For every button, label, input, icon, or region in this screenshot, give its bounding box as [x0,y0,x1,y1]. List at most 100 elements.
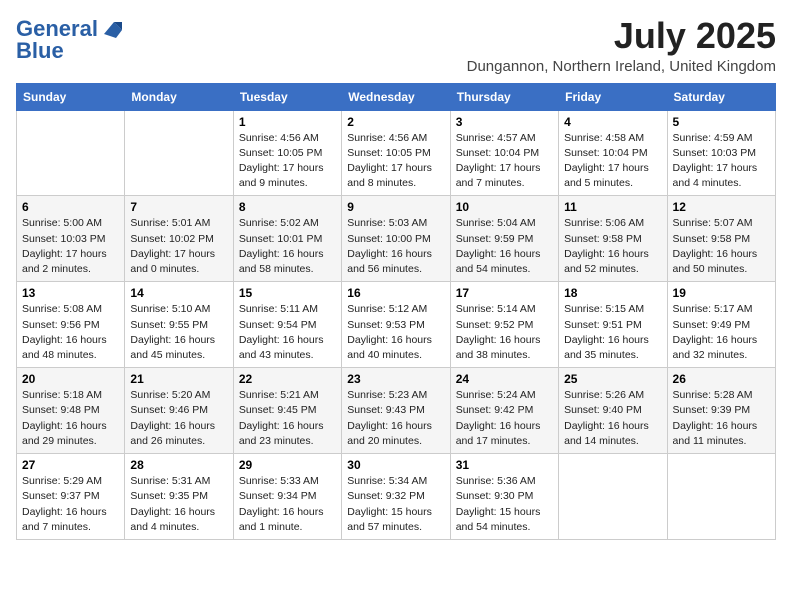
calendar-cell: 22 Sunrise: 5:21 AMSunset: 9:45 PMDaylig… [233,368,341,454]
logo-blue: Blue [16,38,64,64]
day-number: 26 [673,372,770,386]
day-number: 18 [564,286,661,300]
day-number: 2 [347,115,444,129]
calendar-cell: 26 Sunrise: 5:28 AMSunset: 9:39 PMDaylig… [667,368,775,454]
calendar-cell: 28 Sunrise: 5:31 AMSunset: 9:35 PMDaylig… [125,454,233,540]
day-number: 23 [347,372,444,386]
day-number: 1 [239,115,336,129]
calendar-cell: 11 Sunrise: 5:06 AMSunset: 9:58 PMDaylig… [559,196,667,282]
calendar-cell: 16 Sunrise: 5:12 AMSunset: 9:53 PMDaylig… [342,282,450,368]
calendar-cell: 17 Sunrise: 5:14 AMSunset: 9:52 PMDaylig… [450,282,558,368]
day-detail: Sunrise: 5:11 AMSunset: 9:54 PMDaylight:… [239,302,336,363]
calendar-cell [667,454,775,540]
calendar-cell: 10 Sunrise: 5:04 AMSunset: 9:59 PMDaylig… [450,196,558,282]
day-detail: Sunrise: 5:07 AMSunset: 9:58 PMDaylight:… [673,216,770,277]
day-number: 24 [456,372,553,386]
calendar-cell: 20 Sunrise: 5:18 AMSunset: 9:48 PMDaylig… [17,368,125,454]
calendar-week-row: 1 Sunrise: 4:56 AMSunset: 10:05 PMDaylig… [17,110,776,196]
calendar-cell: 5 Sunrise: 4:59 AMSunset: 10:03 PMDaylig… [667,110,775,196]
calendar-cell: 29 Sunrise: 5:33 AMSunset: 9:34 PMDaylig… [233,454,341,540]
calendar-cell: 18 Sunrise: 5:15 AMSunset: 9:51 PMDaylig… [559,282,667,368]
weekday-header-saturday: Saturday [667,83,775,110]
day-detail: Sunrise: 5:00 AMSunset: 10:03 PMDaylight… [22,216,119,277]
calendar-cell: 1 Sunrise: 4:56 AMSunset: 10:05 PMDaylig… [233,110,341,196]
day-detail: Sunrise: 5:06 AMSunset: 9:58 PMDaylight:… [564,216,661,277]
day-detail: Sunrise: 5:17 AMSunset: 9:49 PMDaylight:… [673,302,770,363]
day-detail: Sunrise: 5:24 AMSunset: 9:42 PMDaylight:… [456,388,553,449]
day-detail: Sunrise: 4:56 AMSunset: 10:05 PMDaylight… [239,131,336,192]
day-number: 8 [239,200,336,214]
weekday-header-friday: Friday [559,83,667,110]
weekday-header-monday: Monday [125,83,233,110]
day-number: 6 [22,200,119,214]
weekday-header-wednesday: Wednesday [342,83,450,110]
day-number: 17 [456,286,553,300]
day-number: 21 [130,372,227,386]
day-detail: Sunrise: 5:15 AMSunset: 9:51 PMDaylight:… [564,302,661,363]
calendar-cell: 14 Sunrise: 5:10 AMSunset: 9:55 PMDaylig… [125,282,233,368]
day-detail: Sunrise: 5:36 AMSunset: 9:30 PMDaylight:… [456,474,553,535]
calendar-cell: 21 Sunrise: 5:20 AMSunset: 9:46 PMDaylig… [125,368,233,454]
calendar-cell: 12 Sunrise: 5:07 AMSunset: 9:58 PMDaylig… [667,196,775,282]
day-number: 25 [564,372,661,386]
day-detail: Sunrise: 5:14 AMSunset: 9:52 PMDaylight:… [456,302,553,363]
day-number: 29 [239,458,336,472]
calendar-cell: 27 Sunrise: 5:29 AMSunset: 9:37 PMDaylig… [17,454,125,540]
day-number: 3 [456,115,553,129]
day-number: 16 [347,286,444,300]
day-detail: Sunrise: 5:34 AMSunset: 9:32 PMDaylight:… [347,474,444,535]
calendar-cell [125,110,233,196]
calendar-week-row: 6 Sunrise: 5:00 AMSunset: 10:03 PMDaylig… [17,196,776,282]
day-detail: Sunrise: 5:31 AMSunset: 9:35 PMDaylight:… [130,474,227,535]
day-number: 31 [456,458,553,472]
day-detail: Sunrise: 5:10 AMSunset: 9:55 PMDaylight:… [130,302,227,363]
month-year-title: July 2025 [467,16,776,56]
day-detail: Sunrise: 5:18 AMSunset: 9:48 PMDaylight:… [22,388,119,449]
calendar-table: SundayMondayTuesdayWednesdayThursdayFrid… [16,83,776,540]
day-number: 19 [673,286,770,300]
day-number: 7 [130,200,227,214]
weekday-header-row: SundayMondayTuesdayWednesdayThursdayFrid… [17,83,776,110]
location-subtitle: Dungannon, Northern Ireland, United King… [467,58,776,75]
day-number: 13 [22,286,119,300]
calendar-cell: 30 Sunrise: 5:34 AMSunset: 9:32 PMDaylig… [342,454,450,540]
calendar-week-row: 20 Sunrise: 5:18 AMSunset: 9:48 PMDaylig… [17,368,776,454]
calendar-cell [559,454,667,540]
day-detail: Sunrise: 5:26 AMSunset: 9:40 PMDaylight:… [564,388,661,449]
day-number: 4 [564,115,661,129]
calendar-cell: 31 Sunrise: 5:36 AMSunset: 9:30 PMDaylig… [450,454,558,540]
weekday-header-sunday: Sunday [17,83,125,110]
day-number: 22 [239,372,336,386]
calendar-cell: 2 Sunrise: 4:56 AMSunset: 10:05 PMDaylig… [342,110,450,196]
day-detail: Sunrise: 4:59 AMSunset: 10:03 PMDaylight… [673,131,770,192]
day-detail: Sunrise: 4:57 AMSunset: 10:04 PMDaylight… [456,131,553,192]
day-number: 20 [22,372,119,386]
calendar-cell: 7 Sunrise: 5:01 AMSunset: 10:02 PMDaylig… [125,196,233,282]
calendar-cell: 24 Sunrise: 5:24 AMSunset: 9:42 PMDaylig… [450,368,558,454]
day-detail: Sunrise: 5:04 AMSunset: 9:59 PMDaylight:… [456,216,553,277]
day-detail: Sunrise: 4:56 AMSunset: 10:05 PMDaylight… [347,131,444,192]
day-number: 5 [673,115,770,129]
day-number: 27 [22,458,119,472]
day-detail: Sunrise: 5:28 AMSunset: 9:39 PMDaylight:… [673,388,770,449]
calendar-cell: 4 Sunrise: 4:58 AMSunset: 10:04 PMDaylig… [559,110,667,196]
calendar-cell: 25 Sunrise: 5:26 AMSunset: 9:40 PMDaylig… [559,368,667,454]
weekday-header-thursday: Thursday [450,83,558,110]
day-detail: Sunrise: 5:12 AMSunset: 9:53 PMDaylight:… [347,302,444,363]
day-number: 30 [347,458,444,472]
calendar-week-row: 13 Sunrise: 5:08 AMSunset: 9:56 PMDaylig… [17,282,776,368]
day-detail: Sunrise: 4:58 AMSunset: 10:04 PMDaylight… [564,131,661,192]
calendar-cell: 3 Sunrise: 4:57 AMSunset: 10:04 PMDaylig… [450,110,558,196]
calendar-cell: 9 Sunrise: 5:03 AMSunset: 10:00 PMDaylig… [342,196,450,282]
day-number: 9 [347,200,444,214]
weekday-header-tuesday: Tuesday [233,83,341,110]
day-number: 28 [130,458,227,472]
day-detail: Sunrise: 5:01 AMSunset: 10:02 PMDaylight… [130,216,227,277]
calendar-cell: 19 Sunrise: 5:17 AMSunset: 9:49 PMDaylig… [667,282,775,368]
calendar-cell: 13 Sunrise: 5:08 AMSunset: 9:56 PMDaylig… [17,282,125,368]
day-detail: Sunrise: 5:23 AMSunset: 9:43 PMDaylight:… [347,388,444,449]
calendar-cell: 23 Sunrise: 5:23 AMSunset: 9:43 PMDaylig… [342,368,450,454]
logo-icon [100,20,122,38]
day-number: 11 [564,200,661,214]
calendar-cell: 8 Sunrise: 5:02 AMSunset: 10:01 PMDaylig… [233,196,341,282]
